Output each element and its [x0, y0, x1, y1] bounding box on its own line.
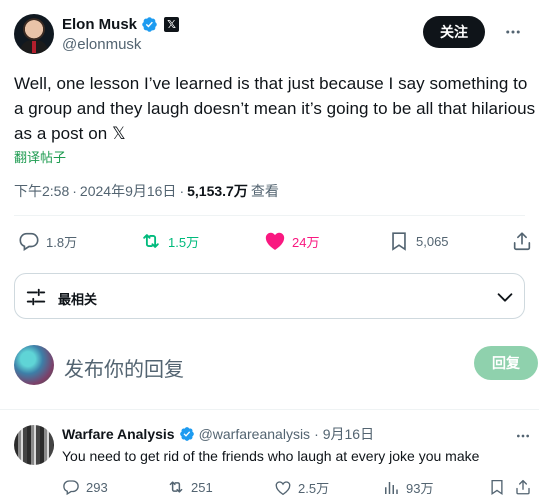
bookmark-button[interactable]: 5,065 [388, 230, 449, 252]
repost-count: 1.5万 [168, 234, 200, 250]
view-count: 93万 [406, 481, 434, 496]
heart-icon [275, 480, 291, 495]
tweet-author-header: Elon Musk 𝕏 @elonmusk 关注 [14, 12, 525, 56]
share-icon [513, 232, 531, 251]
views-button[interactable]: 93万 [382, 478, 433, 497]
reply-button[interactable]: 1.8万 [18, 230, 77, 252]
bookmark-count: 5,065 [416, 233, 449, 249]
reply-count: 293 [86, 479, 108, 495]
meta-separator: · [72, 183, 77, 199]
reply-action-bar: 293 251 2.5万 93万 [62, 478, 532, 498]
verified-badge-icon [179, 427, 194, 441]
author-avatar[interactable] [14, 14, 54, 54]
bookmark-button[interactable] [488, 478, 506, 496]
views-label: 查看 [250, 183, 279, 199]
reply-button[interactable]: 293 [62, 478, 108, 496]
reply-author-handle[interactable]: @warfareanalysis [199, 426, 310, 442]
verified-badge-icon [142, 16, 157, 32]
views-icon [385, 481, 398, 494]
reply-author-name[interactable]: Warfare Analysis [62, 426, 175, 442]
reply-submit-button[interactable]: 回复 [474, 346, 538, 380]
repost-icon [169, 481, 183, 493]
reply-author-avatar[interactable] [14, 425, 54, 465]
reply-tweet[interactable]: Warfare Analysis @warfareanalysis · 9月16… [0, 410, 539, 498]
sliders-icon [26, 288, 46, 306]
meta-separator: · [179, 183, 185, 199]
like-button[interactable]: 24万 [264, 230, 319, 252]
chevron-down-icon [497, 293, 513, 302]
x-affiliate-icon: 𝕏 [164, 16, 180, 32]
author-handle[interactable]: @elonmusk [62, 36, 179, 53]
repost-count: 251 [191, 479, 213, 495]
meta-separator: · [314, 426, 319, 442]
author-display-name[interactable]: Elon Musk [62, 16, 137, 33]
tweet-metadata: 下午2:58 · 2024年9月16日 · 5,153.7万 查看 [14, 181, 279, 201]
translate-post-link[interactable]: 翻译帖子 [14, 147, 66, 166]
heart-icon [265, 232, 285, 250]
reply-header: Warfare Analysis @warfareanalysis · 9月16… [62, 424, 374, 444]
reply-composer: 发布你的回复 回复 [14, 341, 538, 387]
bookmark-icon [491, 479, 503, 496]
divider [14, 215, 525, 216]
reply-text: You need to get rid of the friends who l… [62, 448, 480, 464]
repost-button[interactable]: 251 [167, 478, 213, 496]
tweet-time[interactable]: 下午2:58 [14, 181, 69, 201]
like-button[interactable]: 2.5万 [274, 478, 329, 497]
repost-button[interactable]: 1.5万 [140, 230, 199, 252]
more-icon[interactable] [513, 426, 533, 446]
share-button[interactable] [511, 230, 533, 252]
reply-count: 1.8万 [46, 234, 78, 250]
view-count[interactable]: 5,153.7万 [187, 181, 248, 201]
current-user-avatar[interactable] [14, 345, 54, 385]
tweet-action-bar: 1.8万 1.5万 24万 5,065 [14, 224, 534, 258]
bookmark-icon [392, 232, 406, 251]
share-button[interactable] [514, 478, 532, 496]
author-names: Elon Musk 𝕏 @elonmusk [62, 14, 180, 53]
reply-sort-dropdown[interactable]: 最相关 [14, 273, 525, 319]
share-icon [516, 479, 530, 495]
tweet-date[interactable]: 2024年9月16日 [80, 181, 177, 201]
reply-icon [19, 232, 39, 251]
reply-input[interactable]: 发布你的回复 [64, 353, 184, 382]
reply-icon [63, 480, 79, 496]
more-icon[interactable] [501, 20, 525, 44]
follow-button[interactable]: 关注 [423, 16, 485, 48]
like-count: 24万 [292, 234, 320, 250]
tweet-text: Well, one lesson I’ve learned is that ju… [14, 74, 536, 143]
repost-icon [143, 234, 159, 248]
like-count: 2.5万 [298, 481, 330, 496]
reply-date[interactable]: 9月16日 [323, 424, 374, 444]
sort-label: 最相关 [58, 292, 98, 307]
